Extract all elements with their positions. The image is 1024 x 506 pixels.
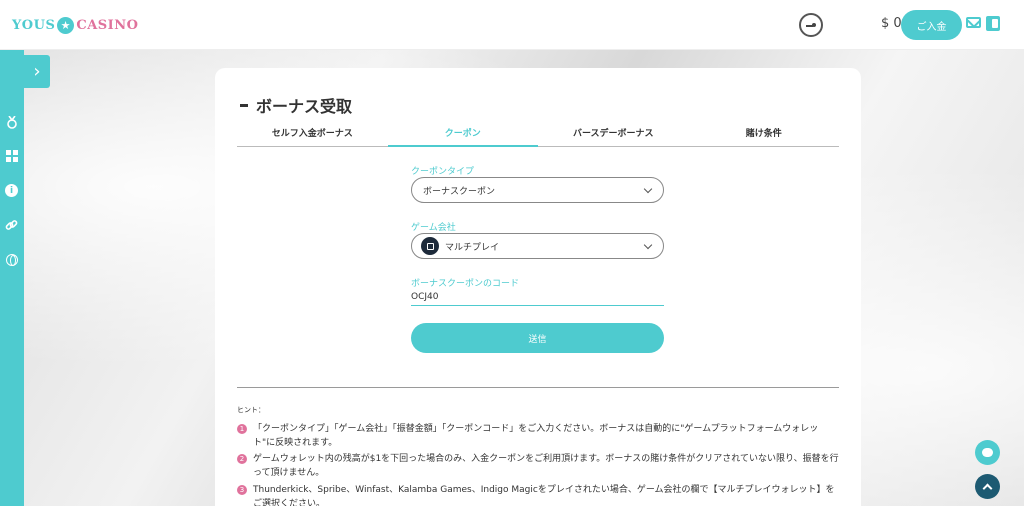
chevron-up-icon xyxy=(982,483,993,494)
tab-self-deposit-bonus[interactable]: セルフ入金ボーナス xyxy=(237,126,388,146)
divider xyxy=(237,387,839,388)
coupon-code-input[interactable] xyxy=(411,289,664,306)
chat-bubble-icon xyxy=(982,448,993,457)
logo-text-right: CASINO xyxy=(76,17,139,33)
submit-button[interactable]: 送信 xyxy=(411,323,664,353)
left-sidebar: i xyxy=(0,50,24,506)
info-glyph: i xyxy=(5,184,18,197)
page-title: ボーナス受取 xyxy=(240,93,352,117)
info-icon[interactable]: i xyxy=(4,183,19,198)
logo-text-left: YOUS xyxy=(12,17,56,33)
chevron-down-icon xyxy=(643,240,653,250)
tab-coupon[interactable]: クーポン xyxy=(387,126,539,147)
hint-number-badge: 2 xyxy=(237,454,247,464)
chat-button[interactable] xyxy=(975,440,1000,465)
hint-text: 「クーポンタイプ」「ゲーム会社」「振替金額」「クーポンコード」をご入力ください。… xyxy=(253,424,819,448)
hint-item: 2 ゲームウォレット内の残高が$1を下回った場合のみ、入金クーポンをご利用頂けま… xyxy=(237,452,839,480)
hint-item: 1 「クーポンタイプ」「ゲーム会社」「振替金額」「クーポンコード」をご入力くださ… xyxy=(237,422,839,450)
casino-logo[interactable]: YOUS ★ CASINO xyxy=(12,15,138,35)
hint-item: 3 Thunderkick、Spribe、Winfast、Kalamba Gam… xyxy=(237,483,839,506)
hint-text: ゲームウォレット内の残高が$1を下回った場合のみ、入金クーポンをご利用頂けます。… xyxy=(253,454,839,478)
coupon-type-select[interactable]: ボーナスクーポン xyxy=(411,177,664,203)
provider-select[interactable]: マルチプレイ xyxy=(411,233,664,259)
star-icon: ★ xyxy=(57,16,75,34)
title-dash xyxy=(240,103,248,107)
coupon-type-label: クーポンタイプ xyxy=(411,167,475,177)
hint-text: Thunderkick、Spribe、Winfast、Kalamba Games… xyxy=(253,485,835,506)
bonus-tabs: セルフ入金ボーナス クーポン バースデーボーナス 賭け条件 xyxy=(237,126,839,147)
provider-label: ゲーム会社 xyxy=(411,223,456,233)
scroll-to-top-button[interactable] xyxy=(975,474,1000,499)
hint-title: ヒント： xyxy=(237,406,265,414)
coupon-code-label: ボーナスクーポンのコード xyxy=(411,279,520,289)
link-icon[interactable] xyxy=(4,218,19,233)
mail-icon[interactable] xyxy=(966,17,981,28)
grid-icon[interactable] xyxy=(4,148,19,163)
tab-birthday-bonus[interactable]: バースデーボーナス xyxy=(538,126,689,146)
top-bar: YOUS ★ CASINO $ 0 ご入金 xyxy=(0,0,1024,50)
provider-value: マルチプレイ xyxy=(445,242,500,253)
clock-icon[interactable] xyxy=(799,13,823,37)
hint-number-badge: 1 xyxy=(237,424,247,434)
chevron-down-icon xyxy=(643,184,653,194)
hint-number-badge: 3 xyxy=(237,485,247,495)
sidebar-toggle-button[interactable]: › xyxy=(24,55,50,88)
coupon-type-value: ボーナスクーポン xyxy=(423,186,496,197)
globe-icon[interactable] xyxy=(4,252,19,267)
tab-wagering-requirements[interactable]: 賭け条件 xyxy=(689,126,840,146)
wallet-icon xyxy=(421,237,439,255)
deposit-button[interactable]: ご入金 xyxy=(901,10,962,40)
page-title-text: ボーナス受取 xyxy=(256,97,353,116)
logout-icon[interactable] xyxy=(986,16,1000,31)
medal-icon[interactable] xyxy=(4,115,19,130)
balance-display: $ 0 xyxy=(881,16,902,31)
